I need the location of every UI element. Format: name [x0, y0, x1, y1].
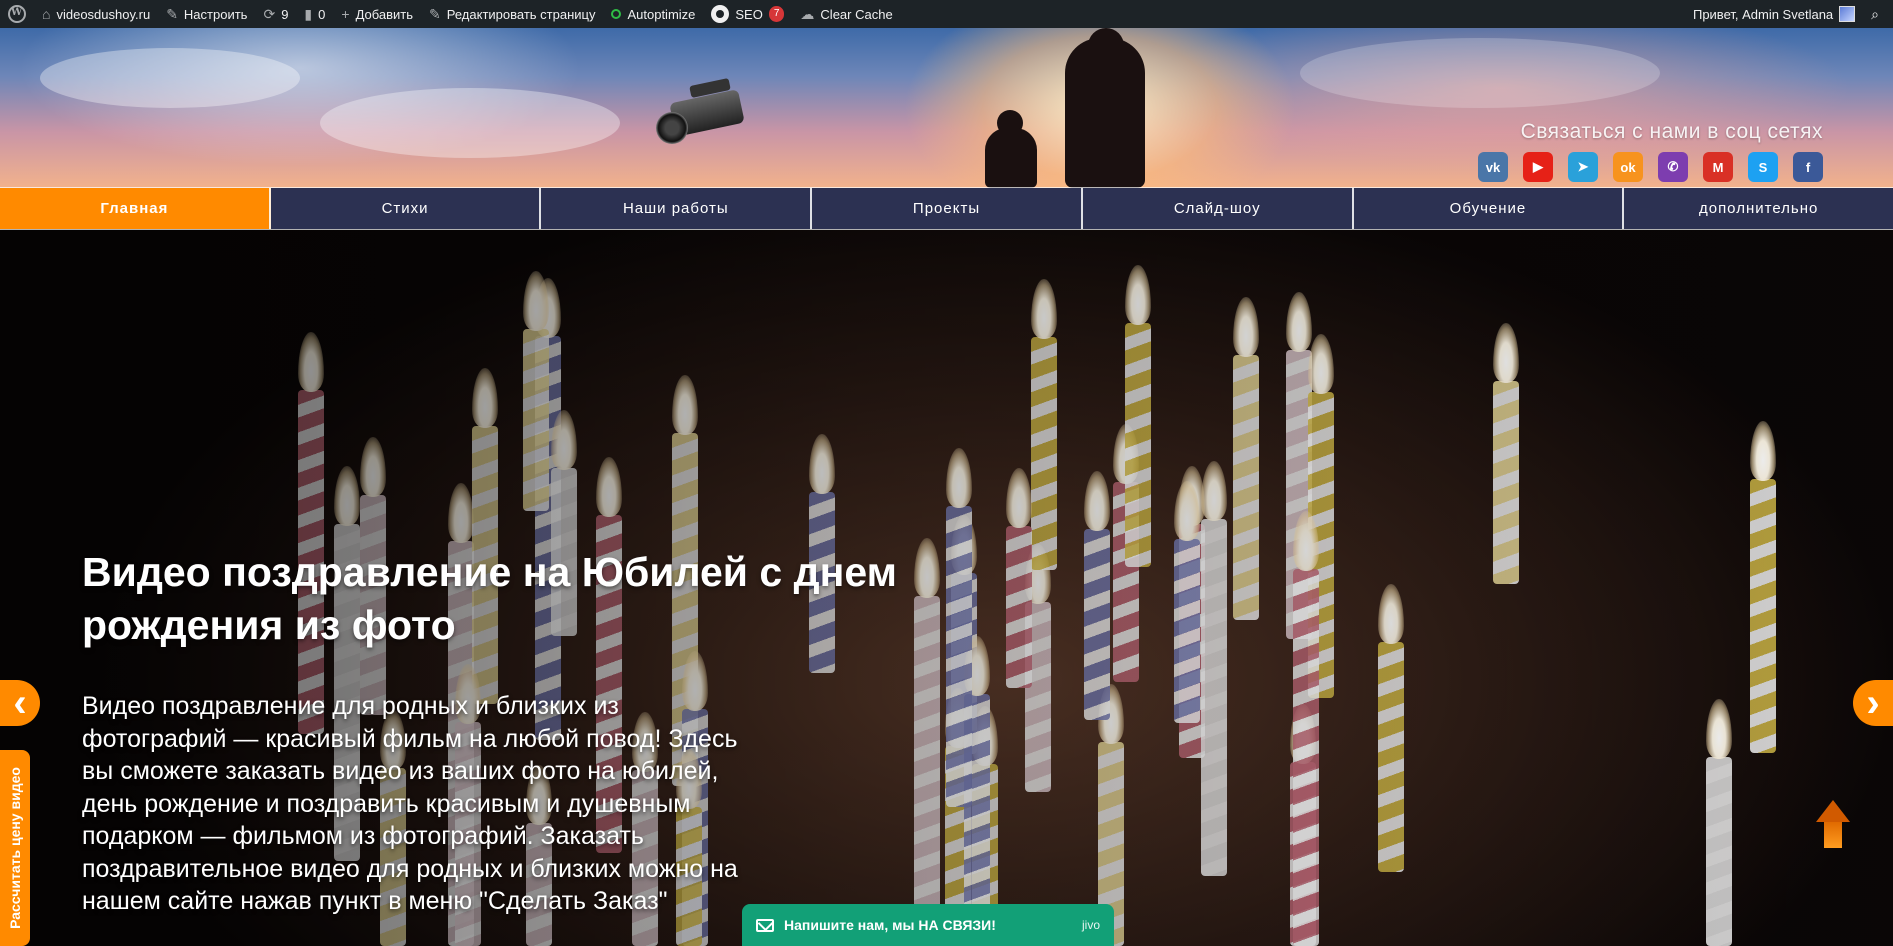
nav-item-projects[interactable]: Проекты	[812, 188, 1083, 229]
customize-link[interactable]: ✎ Настроить	[158, 0, 255, 28]
site-name-link[interactable]: ⌂ videosdushoy.ru	[34, 0, 158, 28]
search-button[interactable]: ⌕	[1863, 0, 1893, 28]
silhouette-decoration	[985, 128, 1037, 188]
slider-next-button[interactable]: ›	[1853, 680, 1893, 726]
avatar	[1839, 6, 1856, 22]
cloud-decoration	[1300, 38, 1660, 108]
site-header: Связаться с нами в соц сетях vk ▶ ➤ ok ✆ M Sf	[0, 28, 1893, 188]
cloud-decoration	[320, 88, 620, 158]
hero-text: Видео поздравление для родных и близких …	[82, 692, 738, 915]
social-title: Связаться с нами в соц сетях	[1520, 120, 1823, 143]
social-icons: vk ▶ ➤ ok ✆ M Sf	[1478, 152, 1823, 182]
arrow-up-icon	[1816, 800, 1850, 822]
chevron-right-icon: ›	[1866, 681, 1880, 725]
vk-icon[interactable]: vk	[1478, 152, 1508, 182]
cloud-decoration	[40, 48, 300, 108]
autoptimize-link[interactable]: Autoptimize	[603, 0, 703, 28]
add-new-link[interactable]: + Добавить	[333, 0, 421, 28]
clear-cache-link[interactable]: ☁ Clear Cache	[792, 0, 900, 28]
comment-icon: ▮	[304, 6, 313, 22]
status-dot-icon	[611, 9, 622, 19]
odnoklassniki-icon[interactable]: ok	[1613, 152, 1643, 182]
home-icon: ⌂	[42, 6, 51, 22]
hero-slider: Видео поздравление на Юбилей с днем рожд…	[0, 230, 1893, 946]
updates-link[interactable]: ⟳ 9	[255, 0, 296, 28]
chat-widget[interactable]: Напишите нам, мы НА СВЯЗИ! jivo	[742, 904, 1114, 946]
cache-icon: ☁	[800, 6, 815, 22]
nav-item-slideshow[interactable]: Слайд-шоу	[1082, 188, 1354, 229]
hero-title: Видео поздравление на Юбилей с днем рожд…	[82, 549, 897, 648]
search-icon: ⌕	[1871, 6, 1879, 22]
brush-icon: ✎	[166, 6, 178, 22]
admin-bar: ⌂videosdushoy.ru ✎Настроить ⟳9 ▮0 +Добав…	[0, 0, 1893, 28]
nav-item-more[interactable]: дополнительно	[1624, 188, 1893, 229]
social-block: Связаться с нами в соц сетях vk ▶ ➤ ok ✆ M Sf	[1478, 120, 1823, 182]
account-menu[interactable]: Привет, Admin Svetlana	[1685, 0, 1863, 28]
chevron-left-icon: ‹	[13, 681, 27, 725]
jivo-brand: jivo	[1081, 918, 1100, 932]
wordpress-icon	[8, 5, 26, 23]
facebook-icon[interactable]: f	[1793, 152, 1823, 182]
viber-icon[interactable]: ✆	[1658, 152, 1688, 182]
calculate-price-tab[interactable]: Рассчитать цену видео	[0, 750, 30, 946]
refresh-icon: ⟳	[263, 6, 276, 22]
wordpress-logo-button[interactable]	[0, 0, 34, 28]
main-nav: Главная Стихи Наши работы Проекты Слайд-…	[0, 187, 1893, 230]
logo-camera-icon[interactable]	[652, 77, 752, 158]
telegram-icon[interactable]: ➤	[1568, 152, 1598, 182]
nav-item-home[interactable]: Главная	[0, 188, 271, 229]
edit-page-link[interactable]: ✎ Редактировать страницу	[421, 0, 603, 28]
seo-link[interactable]: SEO 7	[703, 0, 792, 28]
pencil-icon: ✎	[429, 6, 441, 22]
comments-link[interactable]: ▮ 0	[296, 0, 333, 28]
youtube-icon[interactable]: ▶	[1523, 152, 1553, 182]
nav-item-training[interactable]: Обучение	[1353, 188, 1625, 229]
skype-icon[interactable]: S	[1748, 152, 1778, 182]
scroll-to-top-button[interactable]	[1816, 800, 1850, 848]
seo-icon	[711, 5, 730, 23]
mail-icon	[756, 918, 774, 932]
seo-count-badge: 7	[768, 6, 785, 22]
gmail-icon[interactable]: M	[1703, 152, 1733, 182]
nav-item-poems[interactable]: Стихи	[270, 188, 542, 229]
silhouette-decoration	[1065, 38, 1145, 188]
nav-item-works[interactable]: Наши работы	[541, 188, 813, 229]
plus-icon: +	[341, 6, 350, 22]
